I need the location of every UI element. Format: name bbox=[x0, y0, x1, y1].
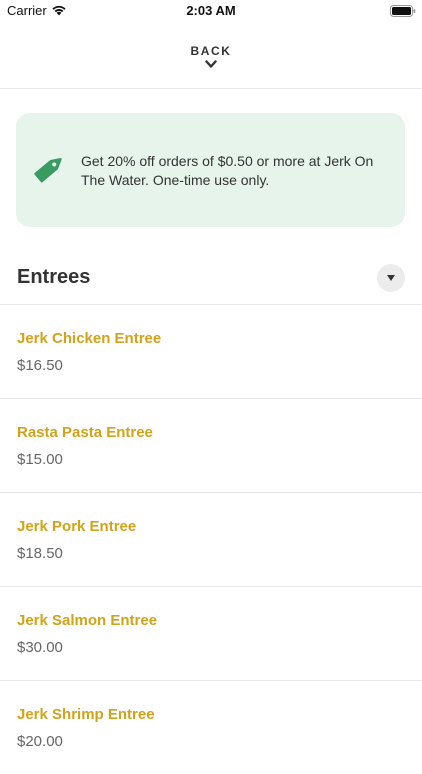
chevron-down-icon bbox=[205, 60, 217, 68]
back-label: BACK bbox=[190, 44, 232, 58]
menu-item-name: Jerk Salmon Entree bbox=[17, 612, 158, 629]
menu-item[interactable]: Jerk Pork Entree $18.50 bbox=[0, 492, 422, 586]
divider bbox=[0, 88, 422, 89]
menu-item[interactable]: Rasta Pasta Entree $15.00 bbox=[0, 398, 422, 492]
status-bar: Carrier 2:03 AM bbox=[0, 0, 422, 22]
menu-item-price: $15.00 bbox=[17, 451, 63, 468]
back-button[interactable]: BACK bbox=[0, 36, 422, 88]
menu-item[interactable]: Jerk Chicken Entree $16.50 bbox=[0, 304, 422, 398]
caret-down-icon bbox=[387, 275, 395, 281]
menu-list: Jerk Chicken Entree $16.50 Rasta Pasta E… bbox=[0, 304, 422, 774]
menu-item-name: Rasta Pasta Entree bbox=[17, 424, 153, 441]
menu-item-price: $18.50 bbox=[17, 545, 63, 562]
collapse-section-button[interactable] bbox=[377, 264, 405, 292]
menu-item-name: Jerk Pork Entree bbox=[17, 518, 137, 535]
status-time: 2:03 AM bbox=[186, 3, 236, 18]
section-title: Entrees bbox=[17, 266, 91, 288]
menu-item[interactable]: Jerk Shrimp Entree $20.00 bbox=[0, 680, 422, 774]
menu-item[interactable]: Jerk Salmon Entree $30.00 bbox=[0, 586, 422, 680]
menu-item-price: $16.50 bbox=[17, 357, 63, 374]
menu-item-name: Jerk Shrimp Entree bbox=[17, 706, 155, 723]
battery-icon bbox=[390, 5, 416, 17]
menu-item-name: Jerk Chicken Entree bbox=[17, 330, 162, 347]
tag-icon bbox=[34, 158, 62, 183]
menu-item-price: $20.00 bbox=[17, 733, 63, 750]
section-header: Entrees bbox=[0, 256, 422, 304]
menu-item-price: $30.00 bbox=[17, 639, 63, 656]
promo-text: Get 20% off orders of $0.50 or more at J… bbox=[81, 153, 374, 188]
promo-banner: Get 20% off orders of $0.50 or more at J… bbox=[16, 113, 405, 227]
